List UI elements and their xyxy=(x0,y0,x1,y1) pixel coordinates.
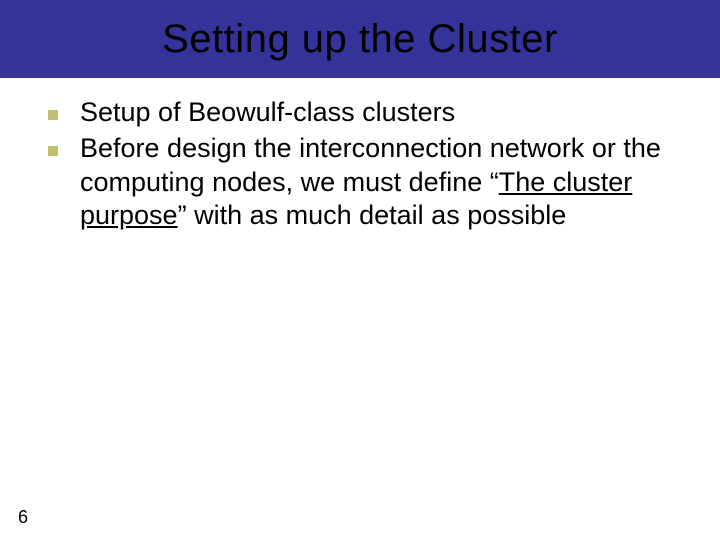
bullet-text: Before design the interconnection networ… xyxy=(80,132,682,233)
bullet-item: Before design the interconnection networ… xyxy=(48,132,682,233)
page-number: 6 xyxy=(18,507,28,528)
square-bullet-icon xyxy=(48,146,58,156)
bullet-text-segment: Setup of Beowulf-class clusters xyxy=(80,97,455,127)
bullet-text: Setup of Beowulf-class clusters xyxy=(80,96,455,130)
bullet-item: Setup of Beowulf-class clusters xyxy=(48,96,682,130)
slide-body: Setup of Beowulf-class clusters Before d… xyxy=(0,78,720,233)
bullet-text-segment: ” with as much detail as possible xyxy=(178,200,567,230)
square-bullet-icon xyxy=(48,110,58,120)
slide-title: Setting up the Cluster xyxy=(162,17,558,62)
slide-header: Setting up the Cluster xyxy=(0,0,720,78)
